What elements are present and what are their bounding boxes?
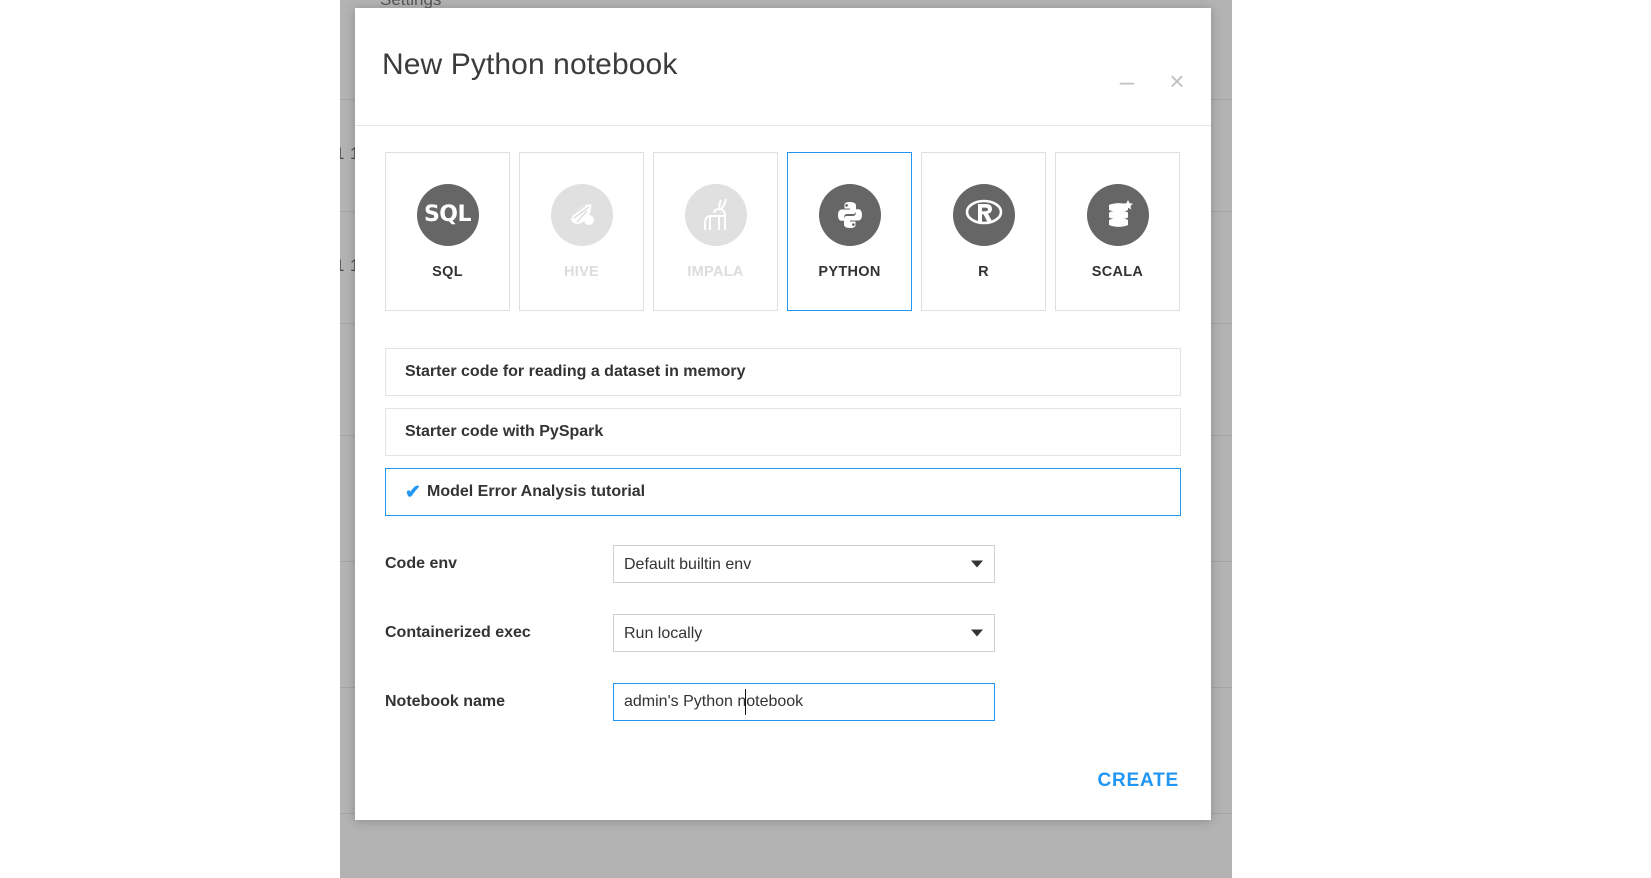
check-icon: ✔	[405, 481, 421, 503]
language-tile-sql[interactable]: SQL SQL	[385, 152, 510, 311]
language-tile-r[interactable]: R	[921, 152, 1046, 311]
minimize-icon[interactable]: –	[1110, 64, 1144, 98]
dialog-header: New Python notebook – ×	[355, 8, 1211, 126]
language-label: HIVE	[563, 263, 600, 280]
language-selector: SQL SQL HIVE IMPALA PYTHON R SCALA	[385, 152, 1181, 311]
language-tile-scala[interactable]: SCALA	[1055, 152, 1180, 311]
dialog-footer: CREATE	[355, 752, 1211, 848]
starter-option-model-error-analysis[interactable]: ✔ Model Error Analysis tutorial	[385, 468, 1181, 516]
dialog-title: New Python notebook	[382, 48, 678, 81]
language-label: IMPALA	[687, 263, 744, 280]
starter-option-label: Starter code with PySpark	[405, 423, 604, 440]
starter-option-pyspark[interactable]: Starter code with PySpark	[385, 408, 1181, 456]
python-icon	[818, 183, 881, 246]
language-label: SCALA	[1091, 263, 1144, 280]
language-tile-hive: HIVE	[519, 152, 644, 311]
text-cursor	[745, 689, 746, 715]
starter-option-label: Starter code for reading a dataset in me…	[405, 363, 746, 380]
notebook-name-field-wrap	[613, 683, 995, 721]
scala-icon	[1086, 183, 1149, 246]
close-icon[interactable]: ×	[1160, 64, 1194, 98]
code-env-select[interactable]: Default builtin env	[613, 545, 995, 583]
form-row-code-env: Code env Default builtin env	[385, 545, 1181, 583]
language-label: PYTHON	[818, 263, 881, 280]
form-row-containerized-exec: Containerized exec Run locally	[385, 614, 1181, 652]
create-button[interactable]: CREATE	[1095, 764, 1181, 798]
notebook-name-label: Notebook name	[385, 693, 506, 710]
starter-option-label: Model Error Analysis tutorial	[427, 483, 646, 500]
starter-option-read-dataset[interactable]: Starter code for reading a dataset in me…	[385, 348, 1181, 396]
language-tile-python[interactable]: PYTHON	[787, 152, 912, 311]
screen: Settings 1 1 1 1	[0, 0, 1651, 878]
hive-icon	[550, 183, 613, 246]
sql-icon: SQL	[416, 183, 479, 246]
form-row-notebook-name: Notebook name	[385, 683, 1181, 721]
containerized-exec-select[interactable]: Run locally	[613, 614, 995, 652]
table-cell: 1	[340, 256, 344, 276]
language-label: SQL	[432, 263, 463, 280]
new-notebook-dialog: New Python notebook – × SQL SQL HIVE IMP…	[355, 8, 1211, 820]
dialog-form: Code env Default builtin env Containeriz…	[385, 545, 1181, 721]
code-env-label: Code env	[385, 555, 458, 572]
language-tile-impala: IMPALA	[653, 152, 778, 311]
impala-icon	[684, 183, 747, 246]
language-label: R	[978, 263, 989, 280]
containerized-exec-field-wrap: Run locally	[613, 614, 995, 652]
table-cell: 1	[340, 144, 344, 164]
containerized-exec-label: Containerized exec	[385, 624, 531, 641]
starter-code-options: Starter code for reading a dataset in me…	[385, 348, 1181, 516]
dialog-body: SQL SQL HIVE IMPALA PYTHON R SCALA Start…	[355, 126, 1211, 752]
r-icon	[952, 183, 1015, 246]
code-env-field-wrap: Default builtin env	[613, 545, 995, 583]
notebook-name-input[interactable]	[613, 683, 995, 721]
